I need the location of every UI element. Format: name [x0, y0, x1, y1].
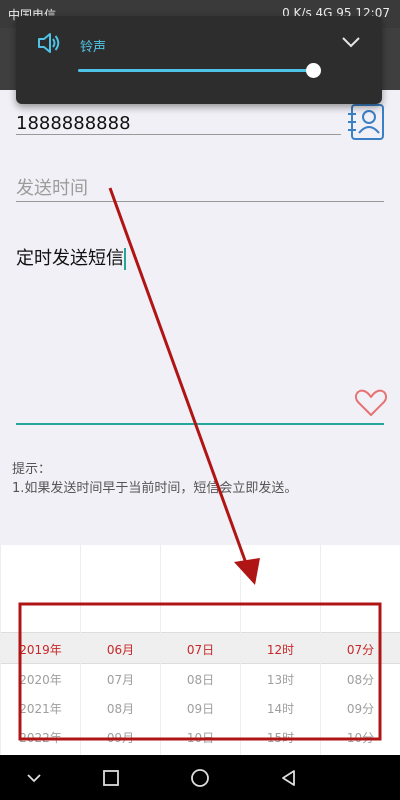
picker-option[interactable]: 08分: [321, 671, 400, 688]
picker-option[interactable]: 10分: [321, 729, 400, 746]
picker-option[interactable]: 15时: [241, 729, 320, 746]
picker-selected-value[interactable]: 07分: [321, 641, 400, 658]
contact-book-icon[interactable]: [348, 102, 386, 142]
volume-popup[interactable]: 铃声: [16, 16, 382, 104]
tip-text: 1.如果发送时间早于当前时间，短信会立即发送。: [12, 481, 298, 496]
speaker-icon[interactable]: [36, 30, 62, 56]
picker-column[interactable]: 06月 07月 08月 09月: [80, 545, 160, 755]
picker-option[interactable]: 2021年: [1, 700, 80, 717]
text-cursor: [124, 248, 126, 270]
picker-column[interactable]: 07分 08分 09分 10分: [320, 545, 400, 755]
volume-slider[interactable]: [78, 63, 321, 78]
picker-option[interactable]: 09分: [321, 700, 400, 717]
picker-option[interactable]: 07月: [81, 671, 160, 688]
datetime-picker[interactable]: 2019年 2020年 2021年 2022年 06月 07月 08月 09月 07日 08日 09…: [0, 545, 400, 755]
picker-option[interactable]: 2020年: [1, 671, 80, 688]
picker-column[interactable]: 07日 08日 09日 10日: [160, 545, 240, 755]
tip-title: 提示：: [12, 462, 52, 477]
picker-selected-value[interactable]: 06月: [81, 641, 160, 658]
picker-option[interactable]: 09日: [161, 700, 240, 717]
volume-slider-fill: [78, 69, 313, 72]
picker-option[interactable]: 13时: [241, 671, 320, 688]
message-input[interactable]: 定时发送短信: [16, 244, 384, 425]
nav-home-icon[interactable]: [189, 767, 211, 789]
send-time-input[interactable]: 发送时间: [16, 174, 384, 202]
picker-option[interactable]: 2022年: [1, 729, 80, 746]
picker-option[interactable]: 08日: [161, 671, 240, 688]
nav-back-icon[interactable]: [278, 767, 300, 789]
chevron-down-icon[interactable]: [340, 34, 362, 50]
volume-slider-thumb[interactable]: [305, 63, 321, 78]
phone-number-input[interactable]: 1888888888: [16, 113, 341, 135]
heart-icon[interactable]: [354, 388, 388, 418]
picker-column[interactable]: 2019年 2020年 2021年 2022年: [0, 545, 80, 755]
picker-column[interactable]: 12时 13时 14时 15时: [240, 545, 320, 755]
nav-down-icon[interactable]: [23, 767, 45, 789]
picker-option[interactable]: 09月: [81, 729, 160, 746]
volume-label: 铃声: [80, 40, 107, 55]
picker-selected-value[interactable]: 07日: [161, 641, 240, 658]
picker-option[interactable]: 14时: [241, 700, 320, 717]
picker-option[interactable]: 08月: [81, 700, 160, 717]
picker-selected-value[interactable]: 12时: [241, 641, 320, 658]
picker-option[interactable]: 10日: [161, 729, 240, 746]
message-text: 定时发送短信: [16, 248, 124, 269]
navigation-bar: [0, 755, 400, 800]
picker-selected-value[interactable]: 2019年: [1, 641, 80, 658]
nav-recents-icon[interactable]: [100, 767, 122, 789]
